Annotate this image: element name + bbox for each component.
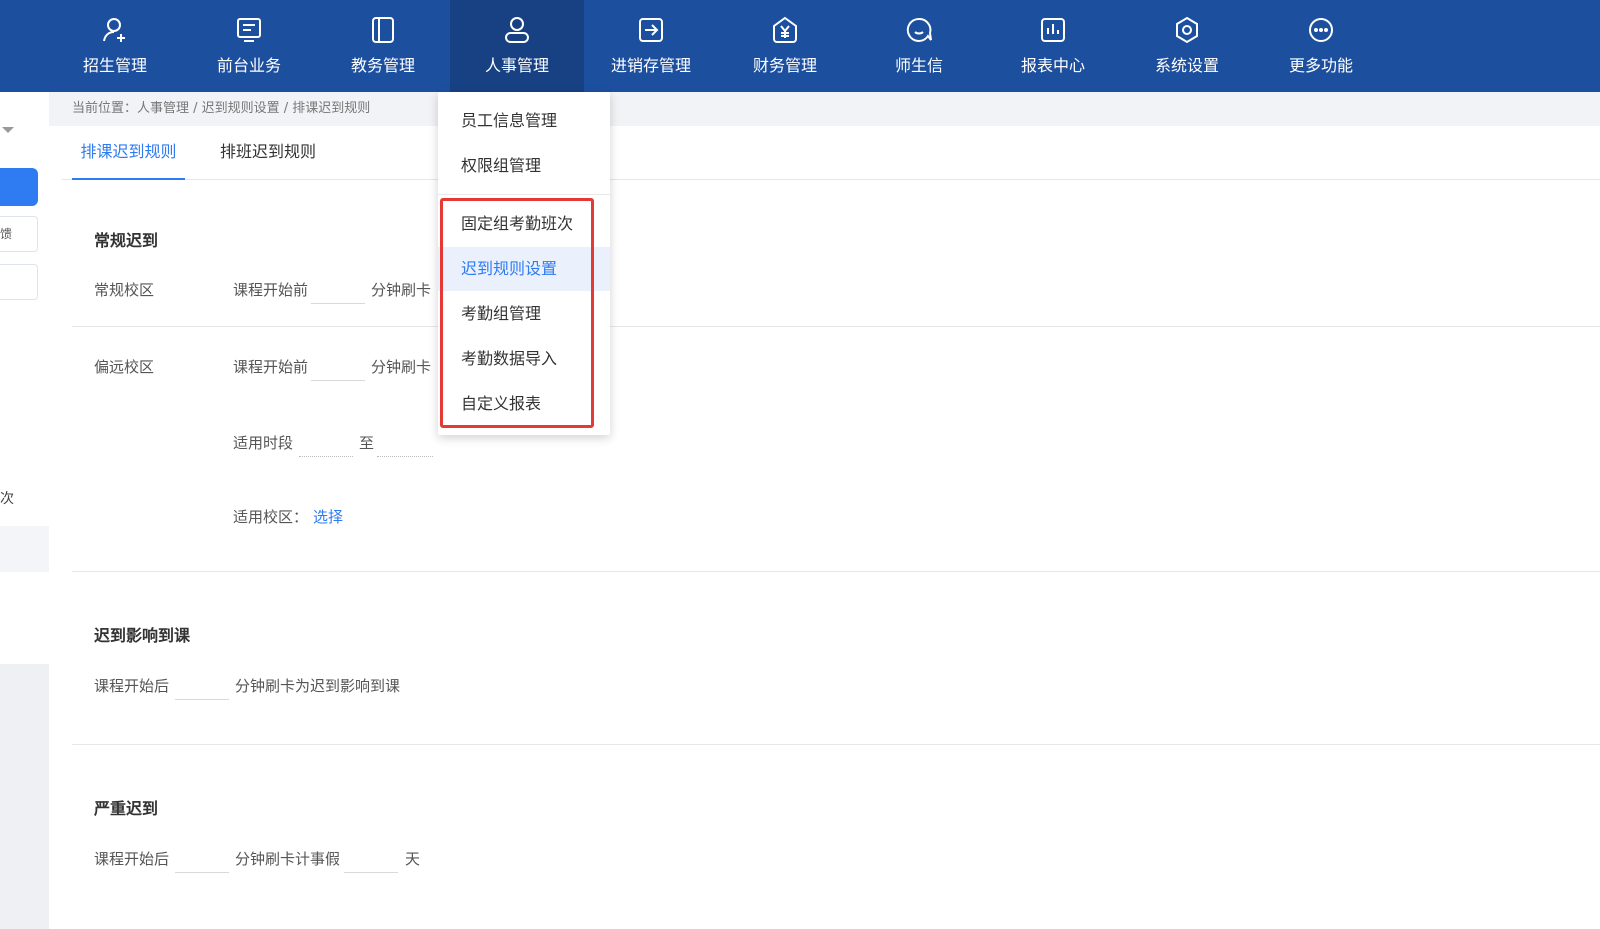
affect-minutes-input[interactable] xyxy=(175,676,229,700)
menu-item-employee-info[interactable]: 员工信息管理 xyxy=(438,99,610,143)
divider xyxy=(72,326,1600,327)
severe-after-label: 课程开始后 xyxy=(94,850,170,868)
tab-course-late-rule[interactable]: 排课迟到规则 xyxy=(72,126,185,180)
nav-item-finance[interactable]: 财务管理 xyxy=(718,0,852,92)
nav-label: 师生信 xyxy=(894,56,943,75)
menu-item-custom-report[interactable]: 自定义报表 xyxy=(438,382,610,426)
nav-label: 更多功能 xyxy=(1288,56,1353,75)
sidebar-cut-text: 次 xyxy=(0,491,14,507)
sidebar-button[interactable] xyxy=(0,264,38,300)
nav-item-front-desk[interactable]: 前台业务 xyxy=(182,0,316,92)
tab-shift-late-rule[interactable]: 排班迟到规则 xyxy=(220,126,316,180)
breadcrumb: 当前位置：人事管理 / 迟到规则设置 / 排课迟到规则 xyxy=(49,92,1600,126)
period-start-input[interactable] xyxy=(299,433,353,457)
campus-select-label: 适用校区： xyxy=(233,508,309,526)
remote-campus-label: 偏远校区 xyxy=(94,358,155,376)
affect-after-label: 课程开始后 xyxy=(94,677,170,695)
nav-label: 人事管理 xyxy=(484,56,549,75)
remote-minutes-label: 分钟刷卡 xyxy=(371,358,432,376)
nav-item-inventory[interactable]: 进销存管理 xyxy=(584,0,718,92)
remote-minutes-input[interactable] xyxy=(311,357,365,381)
affect-desc: 分钟刷卡为迟到影响到课 xyxy=(235,677,401,695)
regular-before-label: 课程开始前 xyxy=(233,281,309,299)
nav-item-hr[interactable]: 人事管理 xyxy=(450,0,584,92)
arrow-box-icon xyxy=(636,15,666,45)
nav-label: 进销存管理 xyxy=(610,56,691,75)
menu-item-attendance-import[interactable]: 考勤数据导入 xyxy=(438,337,610,381)
period-to-label: 至 xyxy=(359,434,375,452)
period-label: 适用时段 xyxy=(233,434,294,452)
divider xyxy=(72,571,1600,572)
menu-item-late-rules[interactable]: 迟到规则设置 xyxy=(438,247,610,291)
book-icon xyxy=(368,15,398,45)
chat-icon xyxy=(904,15,934,45)
tab-bar: 排课迟到规则 排班迟到规则 xyxy=(62,126,1600,180)
severe-minutes-input[interactable] xyxy=(175,849,229,873)
more-icon xyxy=(1306,15,1336,45)
menu-item-permission-group[interactable]: 权限组管理 xyxy=(438,144,610,188)
nav-label: 报表中心 xyxy=(1020,56,1085,75)
severe-day-label: 天 xyxy=(405,850,421,868)
user-add-icon xyxy=(100,15,130,45)
section-title-affect: 迟到影响到课 xyxy=(94,626,191,645)
divider xyxy=(72,744,1600,745)
nav-label: 招生管理 xyxy=(82,56,147,75)
nav-label: 系统设置 xyxy=(1154,56,1219,75)
gear-icon xyxy=(1172,15,1202,45)
bar-chart-icon xyxy=(1038,15,1068,45)
sidebar-panel xyxy=(0,92,49,526)
period-end-input[interactable] xyxy=(377,433,433,457)
menu-item-fixed-shift[interactable]: 固定组考勤班次 xyxy=(438,202,610,246)
nav-item-enrollment[interactable]: 招生管理 xyxy=(48,0,182,92)
top-nav-bar: 招生管理 前台业务 教务管理 人事管理 进销存管理 财务管理 师生信 报表中心 … xyxy=(0,0,1600,92)
monitor-icon xyxy=(234,15,264,45)
remote-before-label: 课程开始前 xyxy=(233,358,309,376)
menu-divider xyxy=(438,194,610,195)
regular-campus-label: 常规校区 xyxy=(94,281,155,299)
nav-item-messages[interactable]: 师生信 xyxy=(852,0,986,92)
yen-house-icon xyxy=(770,15,800,45)
section-title-severe: 严重迟到 xyxy=(94,799,159,818)
sidebar-feedback-button[interactable]: 馈 xyxy=(0,216,38,252)
severe-days-input[interactable] xyxy=(344,849,398,873)
regular-minutes-label: 分钟刷卡 xyxy=(371,281,432,299)
sidebar-feedback-label: 馈 xyxy=(0,227,13,241)
user-icon xyxy=(502,15,532,45)
chevron-down-icon[interactable] xyxy=(2,127,14,133)
nav-item-more[interactable]: 更多功能 xyxy=(1254,0,1388,92)
regular-minutes-input[interactable] xyxy=(311,280,365,304)
nav-label: 财务管理 xyxy=(752,56,817,75)
section-title-regular: 常规迟到 xyxy=(94,231,159,250)
sidebar-active-item[interactable] xyxy=(0,168,38,206)
nav-item-reports[interactable]: 报表中心 xyxy=(986,0,1120,92)
nav-label: 教务管理 xyxy=(350,56,415,75)
sidebar-panel-bottom xyxy=(0,572,49,664)
nav-item-settings[interactable]: 系统设置 xyxy=(1120,0,1254,92)
nav-item-academic[interactable]: 教务管理 xyxy=(316,0,450,92)
menu-item-attendance-group[interactable]: 考勤组管理 xyxy=(438,292,610,336)
severe-desc: 分钟刷卡计事假 xyxy=(235,850,341,868)
nav-label: 前台业务 xyxy=(216,56,281,75)
select-campus-link[interactable]: 选择 xyxy=(313,506,343,527)
hr-dropdown-menu: 员工信息管理 权限组管理 固定组考勤班次 迟到规则设置 考勤组管理 考勤数据导入… xyxy=(438,92,610,435)
